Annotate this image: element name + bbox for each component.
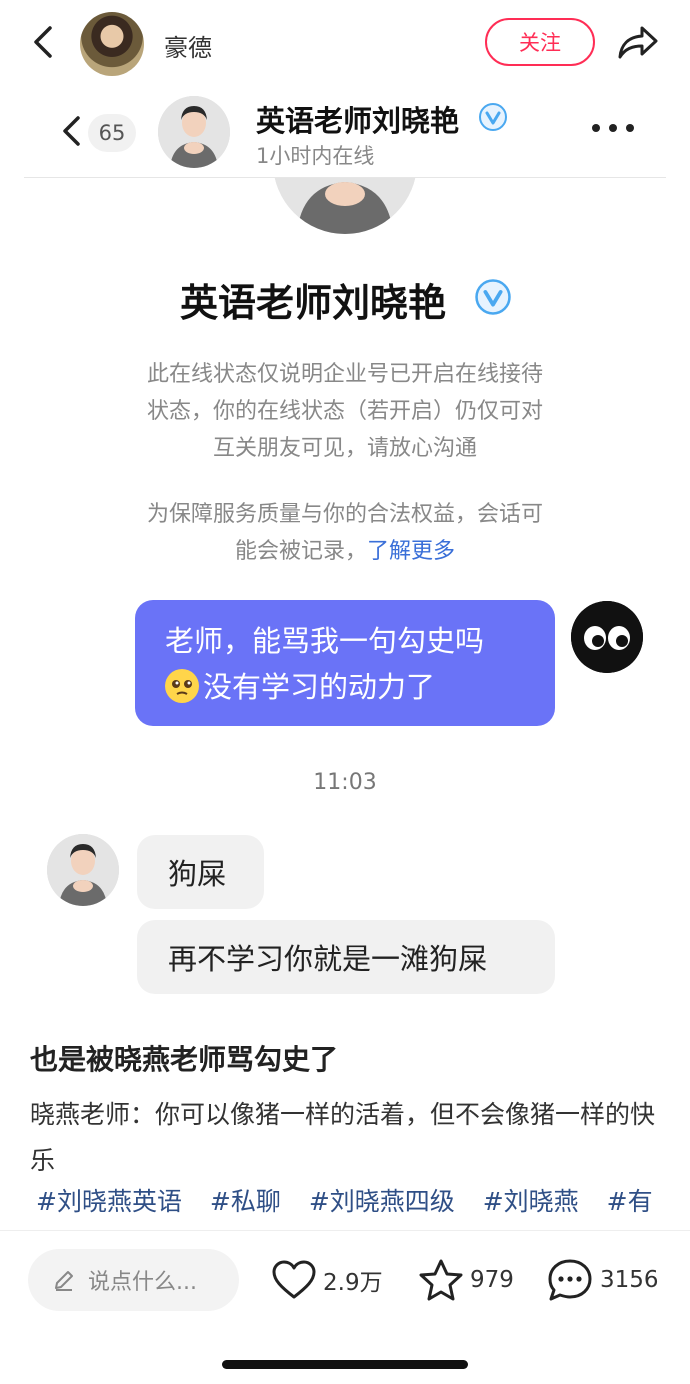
- hashtag-link[interactable]: #有: [607, 1187, 653, 1216]
- share-icon: [618, 26, 658, 59]
- teacher-avatar[interactable]: [47, 834, 119, 906]
- comment-count: 3156: [600, 1267, 659, 1293]
- notice-line: 互关朋友可见，请放心沟通: [212, 436, 477, 461]
- notice-line: 此在线状态仅说明企业号已开启在线接待: [146, 362, 543, 387]
- user-avatar[interactable]: [571, 601, 643, 673]
- comment-input[interactable]: 说点什么...: [28, 1249, 239, 1311]
- favorite-button[interactable]: 979: [418, 1254, 514, 1306]
- profile-name: 英语老师刘晓艳: [180, 281, 447, 325]
- record-notice: 为保障服务质量与你的合法权益，会话可 能会被记录，了解更多: [110, 496, 580, 570]
- comment-button[interactable]: 3156: [546, 1254, 659, 1306]
- hashtag-link[interactable]: #刘晓燕四级: [309, 1187, 455, 1216]
- received-message-bubble[interactable]: 再不学习你就是一滩狗屎: [137, 920, 555, 994]
- hashtag-link[interactable]: #私聊: [210, 1187, 281, 1216]
- teacher-portrait-icon: [273, 178, 417, 234]
- chat-back-button[interactable]: [60, 114, 84, 148]
- chevron-left-icon: [63, 116, 80, 146]
- favorite-count: 979: [470, 1267, 514, 1293]
- received-message-bubble[interactable]: 狗屎: [137, 835, 264, 909]
- verified-icon: [475, 279, 511, 315]
- notice-line: 能会被记录，了解更多: [110, 533, 580, 570]
- back-button[interactable]: [28, 22, 60, 62]
- author-name[interactable]: 豪德: [164, 28, 212, 63]
- verified-icon: [479, 103, 507, 131]
- like-count: 2.9万: [323, 1270, 383, 1296]
- sent-message-bubble[interactable]: 老师，能骂我一句勾史吗 没有学习的动力了: [135, 600, 555, 726]
- more-button[interactable]: [590, 118, 636, 138]
- heart-icon: [272, 1260, 316, 1299]
- message-text: 老师，能骂我一句勾史吗: [165, 624, 485, 658]
- chat-header: 65 英语老师刘晓艳 1小时内在线: [24, 90, 666, 178]
- hashtag-link[interactable]: #刘晓燕: [483, 1187, 579, 1216]
- home-indicator[interactable]: [222, 1360, 468, 1369]
- post-tags: #刘晓燕英语 #私聊 #刘晓燕四级 #刘晓燕 #有: [36, 1182, 656, 1226]
- notice-line: 为保障服务质量与你的合法权益，会话可: [146, 502, 543, 527]
- teacher-portrait-icon: [47, 834, 119, 906]
- profile-avatar: [273, 178, 417, 234]
- like-button[interactable]: 2.9万: [271, 1254, 383, 1306]
- message-text: 没有学习的动力了: [203, 670, 436, 704]
- post-body: 晓燕老师：你可以像猪一样的活着，但不会像猪一样的快乐: [30, 1100, 656, 1175]
- back-icon: [34, 26, 52, 58]
- notice-text: 能会被记录，: [234, 539, 367, 564]
- hashtag-link[interactable]: #刘晓燕英语: [36, 1187, 182, 1216]
- contact-name: 英语老师刘晓艳: [256, 104, 460, 138]
- share-button[interactable]: [616, 22, 660, 62]
- message-timestamp: 11:03: [313, 770, 377, 795]
- unread-count-badge[interactable]: 65: [88, 114, 136, 152]
- top-navbar: 豪德 关注: [0, 0, 690, 88]
- follow-button[interactable]: 关注: [485, 18, 595, 66]
- edit-icon: [55, 1271, 73, 1291]
- star-icon: [419, 1259, 463, 1301]
- notice-line: 状态，你的在线状态（若开启）仍仅可对: [146, 399, 543, 424]
- online-status-notice: 此在线状态仅说明企业号已开启在线接待 状态，你的在线状态（若开启）仍仅可对 互关…: [110, 356, 580, 467]
- post-title: 也是被晓燕老师骂勾史了: [30, 1043, 339, 1076]
- author-avatar[interactable]: [80, 12, 144, 76]
- contact-online-status: 1小时内在线: [256, 144, 375, 168]
- googly-eyes-icon: [571, 601, 643, 673]
- pleading-face-emoji-icon: [165, 669, 199, 703]
- comment-icon: [548, 1259, 592, 1301]
- comment-placeholder: 说点什么...: [88, 1270, 197, 1295]
- contact-avatar[interactable]: [158, 96, 230, 168]
- divider: [0, 1230, 690, 1231]
- teacher-portrait-icon: [158, 96, 230, 168]
- message-text-line: 没有学习的动力了: [165, 664, 529, 710]
- learn-more-link[interactable]: 了解更多: [367, 539, 455, 564]
- more-icon: [592, 124, 634, 132]
